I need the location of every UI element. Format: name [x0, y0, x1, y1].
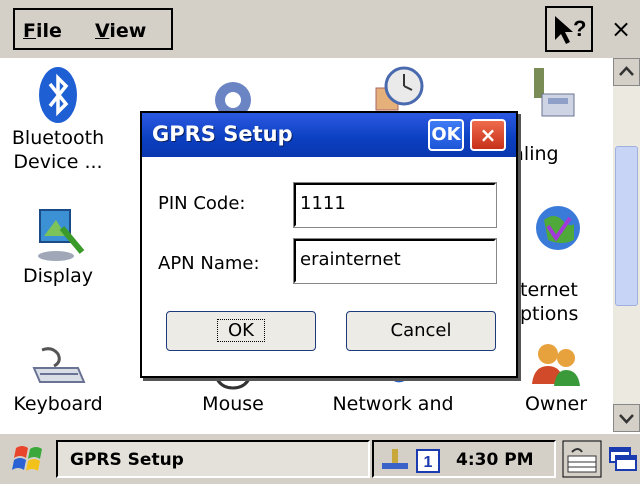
cancel-button-label: Cancel: [390, 320, 452, 341]
label-network: Network and: [332, 393, 454, 415]
cancel-button[interactable]: Cancel: [346, 311, 496, 351]
scroll-down-button[interactable]: [613, 404, 640, 432]
label-owner: Owner: [524, 393, 588, 415]
item-bluetooth[interactable]: Bluetooth Device ...: [13, 64, 123, 174]
apn-name-label: APN Name:: [158, 253, 260, 274]
dialog-title: GPRS Setup: [152, 122, 293, 146]
label-internet-1: ternet: [520, 279, 578, 301]
dialog-title-ok-button[interactable]: OK: [428, 119, 464, 151]
label-bluetooth-2: Device ...: [13, 151, 103, 173]
dialing-icon: [534, 68, 575, 117]
label-display: Display: [22, 265, 94, 287]
label-keyboard: Keyboard: [13, 393, 103, 415]
taskbar-task-gprs-setup[interactable]: GPRS Setup: [56, 440, 370, 478]
item-display[interactable]: Display: [13, 206, 123, 288]
ok-button-label: OK: [217, 319, 265, 342]
connectivity-icon[interactable]: [380, 447, 410, 473]
dialog-title-bar: GPRS Setup OK ×: [142, 113, 516, 157]
input-method-icon[interactable]: 1: [416, 449, 440, 473]
help-button[interactable]: ?: [545, 6, 593, 52]
internet-options-icon: [536, 206, 580, 250]
system-tray: 1 4:30 PM: [372, 440, 556, 478]
menu-bar: File View ? ×: [0, 0, 640, 58]
soft-keyboard-icon[interactable]: [562, 440, 602, 478]
display-icon: [38, 209, 85, 261]
keyboard-icon: [32, 347, 86, 383]
svg-text:?: ?: [573, 16, 586, 41]
owner-icon: [532, 344, 580, 386]
menu-box: File View: [13, 8, 173, 50]
vertical-scrollbar[interactable]: [613, 58, 640, 432]
clock-icon: [375, 66, 424, 111]
svg-text:1: 1: [424, 454, 433, 471]
apn-name-field[interactable]: erainternet: [293, 238, 497, 284]
chevron-up-icon: [619, 66, 634, 76]
dialog-close-button[interactable]: ×: [470, 119, 506, 151]
apn-name-value: erainternet: [300, 249, 401, 270]
gprs-setup-dialog: GPRS Setup OK × PIN Code: 1111 APN Name:…: [140, 111, 518, 378]
label-internet-wrap: ternet ptions: [520, 278, 610, 326]
ok-button[interactable]: OK: [166, 311, 316, 351]
scroll-thumb[interactable]: [615, 146, 638, 306]
taskbar-task-label: GPRS Setup: [70, 450, 184, 470]
menu-file[interactable]: File: [23, 20, 62, 42]
show-desktop-icon[interactable]: [606, 440, 638, 478]
label-dialing-wrap: ialing: [507, 142, 597, 166]
pin-code-field[interactable]: 1111: [293, 182, 497, 228]
bluetooth-icon: [39, 67, 77, 123]
item-keyboard[interactable]: Keyboard: [13, 344, 123, 416]
start-windows-icon[interactable]: [12, 442, 46, 476]
pin-code-label: PIN Code:: [158, 193, 246, 214]
scroll-up-button[interactable]: [613, 58, 640, 86]
label-internet-2: ptions: [520, 303, 579, 325]
label-mouse: Mouse: [202, 393, 264, 415]
label-bluetooth-1: Bluetooth: [13, 127, 105, 149]
close-window-button[interactable]: ×: [602, 6, 640, 52]
pin-code-value: 1111: [300, 193, 346, 214]
help-icon: ?: [555, 16, 586, 44]
chevron-down-icon: [619, 414, 634, 424]
clock-time[interactable]: 4:30 PM: [456, 450, 534, 470]
menu-view[interactable]: View: [95, 20, 146, 42]
item-date-time[interactable]: [333, 62, 463, 116]
taskbar: GPRS Setup 1 4:30 PM: [0, 432, 640, 484]
